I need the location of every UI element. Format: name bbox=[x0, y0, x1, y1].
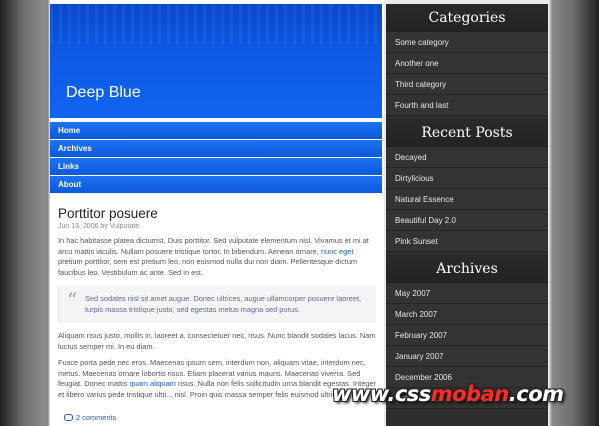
blog-post: Porttitor posuere Jun 13, 2006 by Vulput… bbox=[58, 206, 376, 400]
blockquote-text: Sed sodales nisl sit amet augue. Donec u… bbox=[85, 294, 362, 314]
comment-icon bbox=[64, 414, 73, 421]
blockquote: “ Sed sodales nisl sit amet augue. Donec… bbox=[58, 286, 376, 323]
nav-item-archives[interactable]: Archives bbox=[50, 140, 382, 157]
paragraph-text: porttitor, sem est pretium leo, non euis… bbox=[58, 257, 358, 277]
recent-post-item[interactable]: Natural Essence bbox=[386, 189, 548, 210]
watermark-text: .com bbox=[508, 382, 564, 406]
site-header: Deep Blue bbox=[50, 4, 382, 118]
archive-item[interactable]: May 2007 bbox=[386, 283, 548, 304]
category-item[interactable]: Third category bbox=[386, 74, 548, 95]
nav-item-about[interactable]: About bbox=[50, 176, 382, 193]
right-page-margin bbox=[549, 0, 599, 426]
comments-link[interactable]: 2 comments bbox=[64, 413, 116, 422]
site-title[interactable]: Deep Blue bbox=[66, 84, 141, 102]
nav-item-links[interactable]: Links bbox=[50, 158, 382, 175]
sidebar: Categories Some category Another one Thi… bbox=[386, 4, 548, 426]
watermark-text: www. bbox=[332, 382, 395, 406]
recent-posts-heading: Recent Posts bbox=[386, 119, 548, 147]
categories-heading: Categories bbox=[386, 4, 548, 32]
archive-item[interactable]: February 2007 bbox=[386, 325, 548, 346]
comments-count: 2 comments bbox=[76, 413, 117, 422]
main-navigation: Home Archives Links About bbox=[50, 122, 382, 194]
nav-item-home[interactable]: Home bbox=[50, 122, 382, 139]
quote-icon: “ bbox=[67, 288, 78, 312]
post-paragraph-1: In hac habitasse platea dictumst. Duis p… bbox=[58, 236, 376, 278]
recent-post-item[interactable]: Beautiful Day 2.0 bbox=[386, 210, 548, 231]
recent-post-item[interactable]: Dirtylicious bbox=[386, 168, 548, 189]
post-title[interactable]: Porttitor posuere bbox=[58, 206, 376, 221]
archive-item[interactable]: January 2007 bbox=[386, 346, 548, 367]
watermark-text: css bbox=[394, 382, 431, 406]
category-item[interactable]: Another one bbox=[386, 53, 548, 74]
watermark-text: moban bbox=[430, 382, 509, 406]
category-item[interactable]: Fourth and last bbox=[386, 95, 548, 116]
archives-heading: Archives bbox=[386, 255, 548, 283]
recent-post-item[interactable]: Pink Sunset bbox=[386, 231, 548, 252]
archive-item[interactable]: March 2007 bbox=[386, 304, 548, 325]
main-column: Deep Blue Home Archives Links About Port… bbox=[50, 0, 384, 426]
recent-post-item[interactable]: Decayed bbox=[386, 147, 548, 168]
watermark: www.cssmoban.com bbox=[332, 382, 564, 406]
post-paragraph-3: Fusce porta pede nec eros. Maecenas ipsu… bbox=[58, 358, 376, 400]
category-item[interactable]: Some category bbox=[386, 32, 548, 53]
inline-link[interactable]: quam aliquam bbox=[129, 379, 175, 388]
post-meta: Jun 13, 2006 by Vulputate bbox=[58, 223, 140, 230]
post-paragraph-2: Aliquam risus justo, mollis in, laoreet … bbox=[58, 331, 376, 351]
